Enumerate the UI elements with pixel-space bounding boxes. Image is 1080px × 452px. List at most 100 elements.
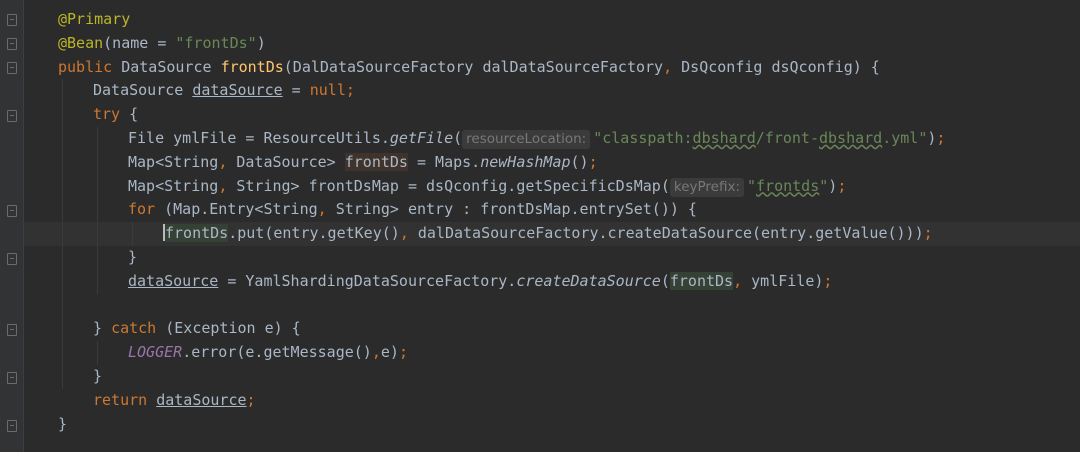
code-line[interactable]: frontDs.put(entry.getKey(), dalDataSourc… bbox=[24, 222, 1080, 246]
code-token: (DalDataSourceFactory dalDataSourceFacto… bbox=[283, 57, 664, 76]
code-token: , bbox=[218, 152, 237, 171]
fold-marker-icon[interactable] bbox=[7, 205, 17, 217]
code-token: = YamlShardingDataSourceFactory. bbox=[218, 271, 517, 290]
code-token: ( bbox=[453, 128, 463, 147]
code-token: public bbox=[58, 57, 122, 76]
code-line[interactable]: } bbox=[58, 246, 1080, 270]
code-line[interactable]: Map<String, String> frontDsMap = dsQconf… bbox=[58, 175, 1080, 199]
code-token: @Bean bbox=[58, 33, 104, 52]
code-token: dataSource bbox=[128, 271, 219, 290]
code-token: } bbox=[128, 247, 138, 266]
code-token: frontds bbox=[756, 176, 820, 195]
code-token: getFile bbox=[389, 128, 454, 147]
fold-marker-icon[interactable] bbox=[7, 420, 17, 432]
code-token: .yml" bbox=[882, 128, 928, 147]
code-token: } bbox=[93, 366, 103, 385]
code-line[interactable]: public DataSource frontDs(DalDataSourceF… bbox=[58, 56, 1080, 80]
code-token: DataSource bbox=[121, 57, 221, 76]
code-line[interactable]: Map<String, DataSource> frontDs = Maps.n… bbox=[58, 151, 1080, 175]
code-line[interactable]: DataSource dataSource = null; bbox=[58, 79, 1080, 103]
code-token: @Primary bbox=[58, 10, 131, 28]
code-line[interactable]: @Primary bbox=[58, 8, 1080, 32]
code-token: DataSource bbox=[93, 81, 193, 100]
code-token: dbshard bbox=[692, 128, 756, 147]
code-token: null; bbox=[309, 81, 355, 100]
code-line[interactable]: LOGGER.error(e.getMessage(),e); bbox=[58, 341, 1080, 365]
fold-marker-icon[interactable] bbox=[7, 38, 17, 50]
code-token: e) bbox=[380, 343, 399, 362]
code-token: ; bbox=[588, 152, 598, 171]
code-token: Map<String bbox=[128, 176, 219, 195]
code-token: , bbox=[218, 176, 237, 195]
code-line[interactable]: for (Map.Entry<String, String> entry : f… bbox=[58, 198, 1080, 222]
code-token: } bbox=[58, 414, 68, 433]
code-editor[interactable]: @Primary @Bean(name = "frontDs") public Da… bbox=[0, 0, 1080, 452]
code-token: createDataSource bbox=[516, 271, 661, 290]
code-token: ; bbox=[398, 343, 408, 362]
code-area[interactable]: @Primary @Bean(name = "frontDs") public Da… bbox=[24, 8, 1080, 437]
code-token: { bbox=[129, 105, 139, 124]
code-token: , bbox=[733, 271, 752, 290]
code-token: " bbox=[747, 176, 757, 195]
code-token: , bbox=[371, 343, 381, 362]
code-line[interactable]: } bbox=[58, 365, 1080, 389]
code-token: /front- bbox=[755, 128, 819, 147]
fold-marker-icon[interactable] bbox=[7, 110, 17, 122]
code-token: ) bbox=[256, 33, 266, 52]
code-token: ) bbox=[828, 176, 838, 195]
code-line[interactable]: try { bbox=[58, 103, 1080, 127]
code-token: () bbox=[570, 152, 589, 171]
indent-guide bbox=[62, 79, 63, 389]
code-line[interactable]: return dataSource; bbox=[58, 389, 1080, 413]
code-token: (name = bbox=[103, 33, 176, 52]
code-token: String> frontDsMap = dsQconfig.getSpecif… bbox=[236, 176, 670, 195]
fold-marker-icon[interactable] bbox=[7, 372, 17, 384]
code-line[interactable]: File ymlFile = ResourceUtils.getFile(res… bbox=[58, 127, 1080, 151]
code-token: try bbox=[93, 105, 130, 124]
code-line[interactable] bbox=[58, 294, 1080, 318]
code-token: ; bbox=[936, 128, 946, 147]
code-token: dataSource bbox=[156, 390, 247, 409]
code-token: "frontDs" bbox=[175, 33, 257, 52]
fold-marker-icon[interactable] bbox=[7, 62, 17, 74]
code-token: DataSource> bbox=[236, 152, 345, 171]
code-token: DsQconfig dsQconfig) { bbox=[681, 57, 880, 76]
code-token: , bbox=[399, 224, 418, 243]
code-line[interactable]: dataSource = YamlShardingDataSourceFacto… bbox=[58, 270, 1080, 294]
code-token: } bbox=[93, 319, 112, 338]
code-token: ( bbox=[660, 271, 670, 290]
code-token: for bbox=[128, 200, 165, 219]
parameter-hint: resourceLocation: bbox=[462, 129, 591, 149]
code-token: frontDs bbox=[165, 224, 229, 243]
code-token: ; bbox=[923, 224, 933, 243]
code-token: = Maps. bbox=[407, 152, 481, 171]
code-token: String> entry : frontDsMap.entrySet()) { bbox=[335, 200, 697, 219]
code-token: , bbox=[317, 200, 336, 219]
indent-guide bbox=[97, 127, 98, 294]
code-line[interactable]: } bbox=[58, 413, 1080, 437]
code-token: ; bbox=[823, 271, 833, 290]
code-token: (Exception e) { bbox=[165, 319, 301, 338]
code-token: frontDs bbox=[669, 271, 734, 290]
fold-marker-icon[interactable] bbox=[7, 253, 17, 265]
code-token: dataSource bbox=[192, 81, 283, 100]
code-token: LOGGER bbox=[128, 343, 183, 362]
indent-guide bbox=[132, 222, 133, 246]
code-line[interactable]: } catch (Exception e) { bbox=[58, 317, 1080, 341]
code-line[interactable]: @Bean(name = "frontDs") bbox=[58, 32, 1080, 56]
code-token: "classpath: bbox=[593, 128, 693, 147]
parameter-hint: keyPrefix: bbox=[669, 177, 744, 197]
code-token: = bbox=[282, 81, 310, 100]
fold-marker-icon[interactable] bbox=[7, 14, 17, 26]
editor-gutter bbox=[0, 0, 24, 452]
code-token: (Map.Entry<String bbox=[164, 200, 318, 219]
code-token: ; bbox=[837, 176, 847, 195]
code-token: ymlFile) bbox=[751, 271, 824, 290]
fold-marker-icon[interactable] bbox=[7, 324, 17, 336]
code-token: return bbox=[93, 390, 157, 409]
code-token: Map<String bbox=[128, 152, 219, 171]
code-token: frontDs bbox=[220, 57, 284, 76]
indent-guide bbox=[97, 341, 98, 365]
code-token: " bbox=[819, 176, 829, 195]
code-token: .put(entry.getKey() bbox=[228, 224, 400, 243]
